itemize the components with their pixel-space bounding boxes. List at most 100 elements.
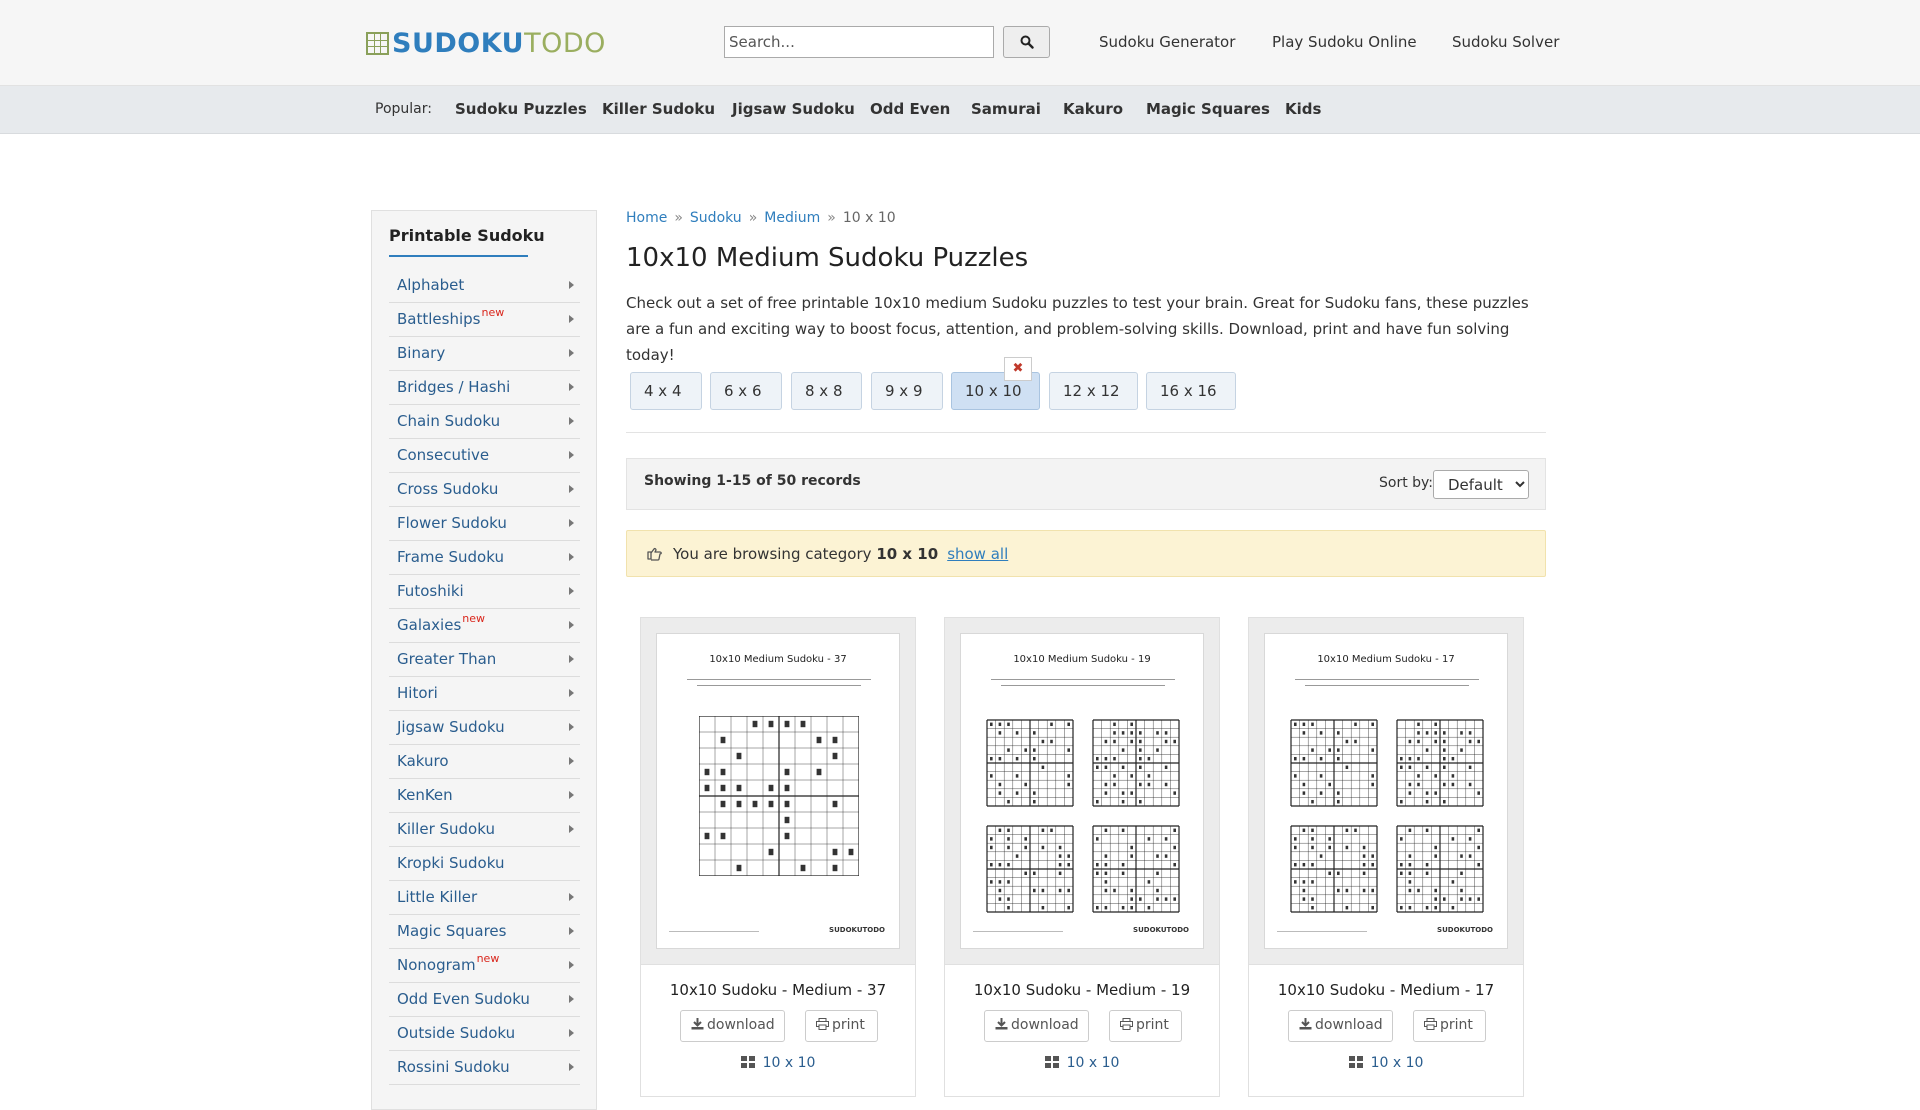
- sheet-title: 10x10 Medium Sudoku - 19: [1013, 654, 1151, 665]
- sidebar-item[interactable]: Kakuro: [389, 745, 580, 779]
- sidebar-item-label: Chain Sudoku: [397, 412, 500, 430]
- site-logo[interactable]: SUDOKU TODO: [366, 28, 606, 59]
- size-filter-4x4[interactable]: 4 x 4: [630, 372, 702, 410]
- sidebar-item[interactable]: Flower Sudoku: [389, 507, 580, 541]
- sidebar-item[interactable]: Odd Even Sudoku: [389, 983, 580, 1017]
- puzzle-title[interactable]: 10x10 Sudoku - Medium - 17: [1249, 981, 1523, 999]
- sidebar-item[interactable]: Alphabet: [389, 269, 580, 303]
- chevron-right-icon: [569, 315, 574, 323]
- sidebar-title-underline: [389, 255, 528, 257]
- hand-pointer-icon: [647, 547, 662, 561]
- popular-item-jigsaw-sudoku[interactable]: Jigsaw Sudoku: [732, 100, 855, 118]
- sidebar-item[interactable]: Frame Sudoku: [389, 541, 580, 575]
- sidebar-item[interactable]: Galaxiesnew: [389, 609, 580, 643]
- sort-select[interactable]: Default: [1433, 470, 1529, 499]
- puzzle-category[interactable]: 10 x 10: [1249, 1055, 1523, 1071]
- popular-item-samurai[interactable]: Samurai: [971, 100, 1041, 118]
- print-icon: [816, 1018, 829, 1030]
- sidebar-item[interactable]: Hitori: [389, 677, 580, 711]
- new-badge: new: [481, 306, 505, 319]
- sheet-brand-logo: SUDOKUTODO: [1133, 926, 1189, 934]
- download-label: download: [707, 1017, 775, 1033]
- puzzle-title[interactable]: 10x10 Sudoku - Medium - 19: [945, 981, 1219, 999]
- sidebar-item-label: Hitori: [397, 684, 438, 702]
- sidebar-item-label: Binary: [397, 344, 445, 362]
- sidebar-item[interactable]: KenKen: [389, 779, 580, 813]
- sidebar-item[interactable]: Binary: [389, 337, 580, 371]
- size-filter-9x9[interactable]: 9 x 9: [871, 372, 943, 410]
- popular-item-sudoku-puzzles[interactable]: Sudoku Puzzles: [455, 100, 587, 118]
- size-filter-16x16[interactable]: 16 x 16: [1146, 372, 1236, 410]
- sidebar-item[interactable]: Futoshiki: [389, 575, 580, 609]
- chevron-right-icon: [569, 1063, 574, 1071]
- sheet-title: 10x10 Medium Sudoku - 17: [1317, 654, 1455, 665]
- puzzle-category[interactable]: 10 x 10: [641, 1055, 915, 1071]
- divider: [626, 432, 1546, 433]
- puzzle-thumbnail[interactable]: 10x10 Medium Sudoku - 17 SUDOKUTODO: [1249, 618, 1523, 965]
- sidebar-item[interactable]: Kropki Sudoku: [389, 847, 580, 881]
- sidebar-item-label: Nonogramnew: [397, 952, 499, 974]
- sidebar-item[interactable]: Bridges / Hashi: [389, 371, 580, 405]
- sidebar-item[interactable]: Greater Than: [389, 643, 580, 677]
- download-icon: [691, 1018, 704, 1030]
- sidebar-item-text: Nonogram: [397, 956, 476, 974]
- sidebar-item[interactable]: Little Killer: [389, 881, 580, 915]
- print-label: print: [1136, 1017, 1169, 1033]
- breadcrumb-home[interactable]: Home: [626, 210, 667, 226]
- sidebar-item[interactable]: Outside Sudoku: [389, 1017, 580, 1051]
- sidebar-item-text: Rossini Sudoku: [397, 1058, 510, 1076]
- puzzle-sheet: 10x10 Medium Sudoku - 17 SUDOKUTODO: [1264, 633, 1508, 949]
- puzzle-category[interactable]: 10 x 10: [945, 1055, 1219, 1071]
- nav-play-sudoku-online[interactable]: Play Sudoku Online: [1272, 33, 1417, 51]
- sidebar-item[interactable]: Cross Sudoku: [389, 473, 580, 507]
- sidebar-item-text: Bridges / Hashi: [397, 378, 511, 396]
- page-title: 10x10 Medium Sudoku Puzzles: [626, 243, 1029, 273]
- sidebar-item-label: Magic Squares: [397, 922, 506, 940]
- sudoku-grid-image: [986, 719, 1180, 913]
- download-button[interactable]: download: [1288, 1010, 1393, 1042]
- popular-item-killer-sudoku[interactable]: Killer Sudoku: [602, 100, 715, 118]
- popular-item-kakuro[interactable]: Kakuro: [1063, 100, 1123, 118]
- popular-item-odd-even[interactable]: Odd Even: [870, 100, 950, 118]
- print-button[interactable]: print: [805, 1010, 878, 1042]
- chevron-right-icon: [569, 689, 574, 697]
- sidebar-item-label: Greater Than: [397, 650, 496, 668]
- print-label: print: [1440, 1017, 1473, 1033]
- show-all-link[interactable]: show all: [947, 545, 1008, 563]
- sidebar-item[interactable]: Battleshipsnew: [389, 303, 580, 337]
- sidebar-item-label: Bridges / Hashi: [397, 378, 510, 396]
- breadcrumb-sudoku[interactable]: Sudoku: [690, 210, 742, 226]
- sidebar-item[interactable]: Nonogramnew: [389, 949, 580, 983]
- sidebar-item-text: Consecutive: [397, 446, 490, 464]
- print-button[interactable]: print: [1109, 1010, 1182, 1042]
- site-header: SUDOKUTODO Sudoku Generator Play Sudoku …: [0, 0, 1920, 86]
- size-filter-12x12[interactable]: 12 x 12: [1049, 372, 1138, 410]
- popular-item-kids[interactable]: Kids: [1285, 100, 1321, 118]
- size-filter-8x8[interactable]: 8 x 8: [791, 372, 862, 410]
- sidebar-item[interactable]: Jigsaw Sudoku: [389, 711, 580, 745]
- sidebar-item[interactable]: Killer Sudoku: [389, 813, 580, 847]
- puzzle-title[interactable]: 10x10 Sudoku - Medium - 37: [641, 981, 915, 999]
- size-filter-6x6[interactable]: 6 x 6: [710, 372, 782, 410]
- nav-sudoku-solver[interactable]: Sudoku Solver: [1452, 33, 1559, 51]
- search-icon: [1020, 35, 1034, 49]
- puzzle-category-label: 10 x 10: [1370, 1055, 1424, 1071]
- download-button[interactable]: download: [680, 1010, 785, 1042]
- nav-sudoku-generator[interactable]: Sudoku Generator: [1099, 33, 1235, 51]
- print-button[interactable]: print: [1413, 1010, 1486, 1042]
- search-input[interactable]: [724, 26, 994, 58]
- sidebar-item[interactable]: Consecutive: [389, 439, 580, 473]
- popular-item-magic-squares[interactable]: Magic Squares: [1146, 100, 1270, 118]
- search-button[interactable]: [1003, 26, 1050, 58]
- puzzle-thumbnail[interactable]: 10x10 Medium Sudoku - 19 SUDOKUTODO: [945, 618, 1219, 965]
- puzzle-card: 10x10 Medium Sudoku - 37 SUDOKUTODO 10x1…: [640, 617, 916, 1097]
- clear-filter-button[interactable]: ✖: [1004, 357, 1032, 381]
- download-button[interactable]: download: [984, 1010, 1089, 1042]
- breadcrumb-medium[interactable]: Medium: [764, 210, 820, 226]
- sidebar-item[interactable]: Magic Squares: [389, 915, 580, 949]
- sheet-instructions-line: [1305, 685, 1469, 686]
- sheet-footer-line: [1277, 931, 1367, 932]
- sidebar-item-text: Jigsaw Sudoku: [397, 718, 505, 736]
- puzzle-thumbnail[interactable]: 10x10 Medium Sudoku - 37 SUDOKUTODO: [641, 618, 915, 965]
- sidebar-item[interactable]: Chain Sudoku: [389, 405, 580, 439]
